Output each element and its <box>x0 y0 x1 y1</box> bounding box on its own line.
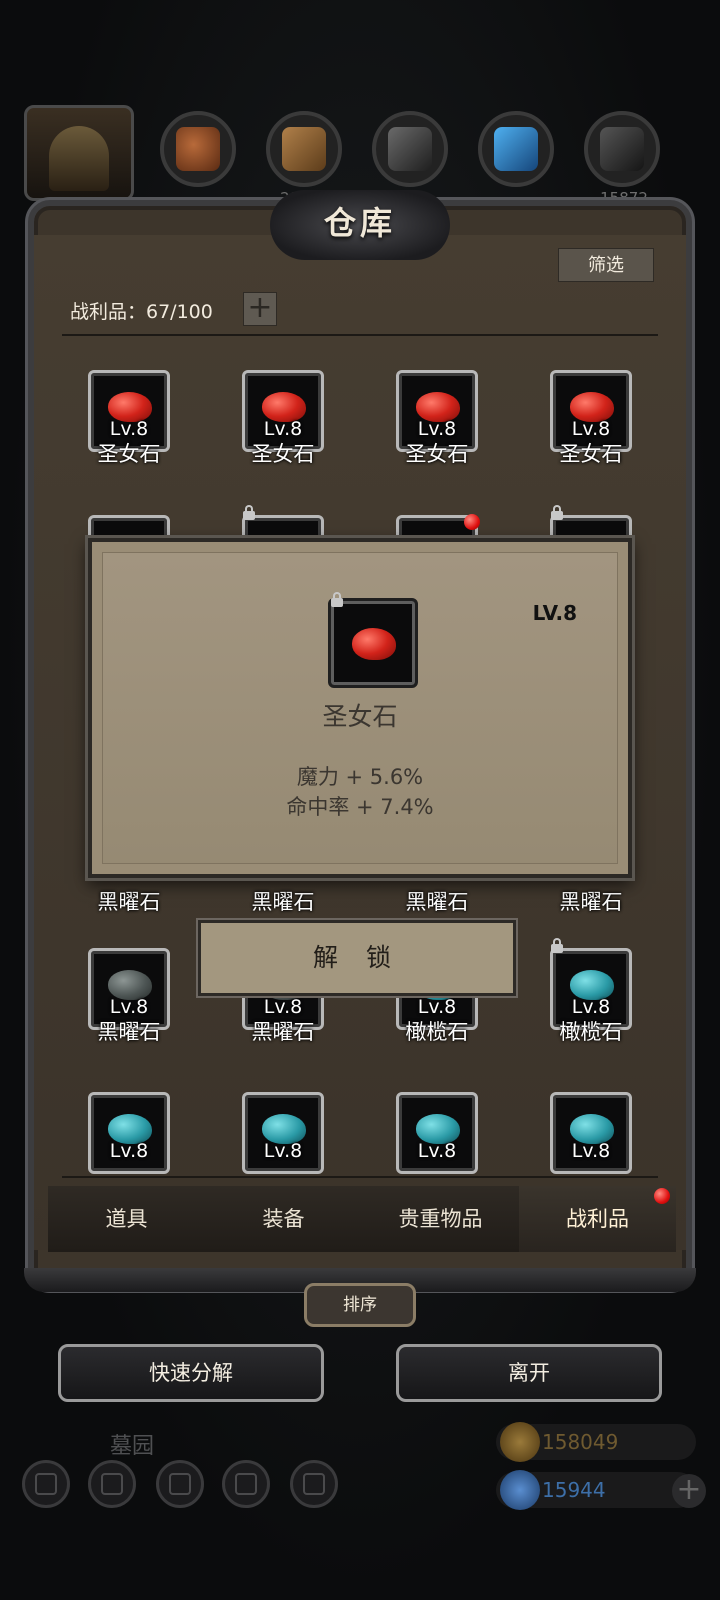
item-level: Lv.8 <box>417 418 457 440</box>
item-detail-popup: LV.8 圣女石 魔力 + 5.6% 命中率 + 7.4% <box>88 538 632 878</box>
gem-amount: 15944 <box>542 1478 606 1502</box>
item-name: 黑曜石 <box>559 890 623 914</box>
item-slot[interactable]: Lv.8 <box>550 1092 632 1174</box>
popup-stat-magic: 魔力 + 5.6% <box>296 765 424 789</box>
item-name: 黑曜石 <box>251 890 315 914</box>
item-name: 黑曜石 <box>97 1020 161 1044</box>
item-level: Lv.8 <box>263 996 303 1018</box>
item-level: Lv.8 <box>109 418 149 440</box>
add-gems-button[interactable]: + <box>672 1474 706 1508</box>
filter-button[interactable]: 筛选 <box>558 248 654 282</box>
item-name: 黑曜石 <box>97 890 161 914</box>
lock-icon <box>330 592 344 607</box>
tab-loot[interactable]: 战利品 <box>519 1186 676 1252</box>
item-slot[interactable]: Lv.8 圣女石 <box>242 370 324 466</box>
gate-icon[interactable] <box>156 1460 204 1508</box>
category-tabs: 道具 装备 贵重物品 战利品 <box>48 1186 676 1252</box>
item-level: Lv.8 <box>571 996 611 1018</box>
quick-decompose-button[interactable]: 快速分解 <box>58 1344 324 1402</box>
item-name: 圣女石 <box>405 442 469 466</box>
tab-items[interactable]: 道具 <box>48 1186 205 1252</box>
capacity-label: 战利品：67/100 <box>70 301 213 323</box>
popup-body: LV.8 圣女石 魔力 + 5.6% 命中率 + 7.4% <box>102 552 618 864</box>
red-gem-icon <box>352 628 396 660</box>
item-level: Lv.8 <box>571 418 611 440</box>
item-slot[interactable]: Lv.8 <box>242 1092 324 1174</box>
area-label: 墓园 <box>110 1434 155 1459</box>
item-slot[interactable]: Lv.8 圣女石 <box>396 370 478 466</box>
gold-icon <box>500 1422 540 1462</box>
item-slot[interactable]: Lv.8 圣女石 <box>550 370 632 466</box>
mail-icon[interactable] <box>222 1460 270 1508</box>
unlock-button[interactable]: 解 锁 <box>198 920 516 996</box>
popup-item-level: LV.8 <box>532 601 577 625</box>
tab-equipment[interactable]: 装备 <box>205 1186 362 1252</box>
item-name: 圣女石 <box>251 442 315 466</box>
settings-icon[interactable] <box>22 1460 70 1508</box>
item-level: Lv.8 <box>109 1140 149 1162</box>
lock-icon <box>550 505 564 520</box>
tab-valuables[interactable]: 贵重物品 <box>362 1186 519 1252</box>
gold-counter: 158049 <box>496 1422 696 1462</box>
divider <box>62 334 658 336</box>
item-level: Lv.8 <box>263 1140 303 1162</box>
metal-icon[interactable] <box>584 111 660 187</box>
shield-icon[interactable] <box>290 1460 338 1508</box>
lock-icon <box>242 505 256 520</box>
item-name: 圣女石 <box>97 442 161 466</box>
diamond-icon <box>500 1470 540 1510</box>
item-slot[interactable]: Lv.8 圣女石 <box>88 370 170 466</box>
popup-stat-accuracy: 命中率 + 7.4% <box>286 795 434 819</box>
crystal-icon[interactable] <box>478 111 554 187</box>
item-level: Lv.8 <box>571 1140 611 1162</box>
divider <box>62 1176 658 1178</box>
notification-dot <box>654 1188 670 1204</box>
item-name: 黑曜石 <box>405 890 469 914</box>
item-level: Lv.8 <box>263 418 303 440</box>
popup-item-name: 圣女石 <box>322 702 398 731</box>
item-name: 圣女石 <box>559 442 623 466</box>
expand-capacity-button[interactable]: + <box>243 292 277 326</box>
item-level: Lv.8 <box>109 996 149 1018</box>
item-slot[interactable]: Lv.8 黑曜石 <box>88 948 170 1044</box>
popup-item-icon <box>328 592 418 688</box>
lock-icon <box>550 938 564 953</box>
iron-icon[interactable] <box>372 111 448 187</box>
item-slot[interactable]: Lv.8 <box>396 1092 478 1174</box>
wood-icon[interactable] <box>266 111 342 187</box>
item-name: 黑曜石 <box>251 1020 315 1044</box>
page-title: 仓库 <box>323 204 396 242</box>
leave-button[interactable]: 离开 <box>396 1344 662 1402</box>
item-name: 橄榄石 <box>405 1020 469 1044</box>
sort-button[interactable]: 排序 <box>304 1283 416 1327</box>
item-slot[interactable]: Lv.8 <box>88 1092 170 1174</box>
item-level: Lv.8 <box>417 996 457 1018</box>
item-name: 橄榄石 <box>559 1020 623 1044</box>
item-level: Lv.8 <box>417 1140 457 1162</box>
gold-amount: 158049 <box>542 1430 619 1454</box>
item-slot[interactable]: Lv.8 橄榄石 <box>550 938 632 1044</box>
gem-counter: 15944 <box>496 1470 696 1510</box>
leather-icon[interactable] <box>160 111 236 187</box>
notification-dot <box>464 514 480 530</box>
emblem-icon[interactable] <box>88 1460 136 1508</box>
hero-portrait[interactable] <box>24 105 134 201</box>
hero-avatar-icon <box>49 126 109 191</box>
